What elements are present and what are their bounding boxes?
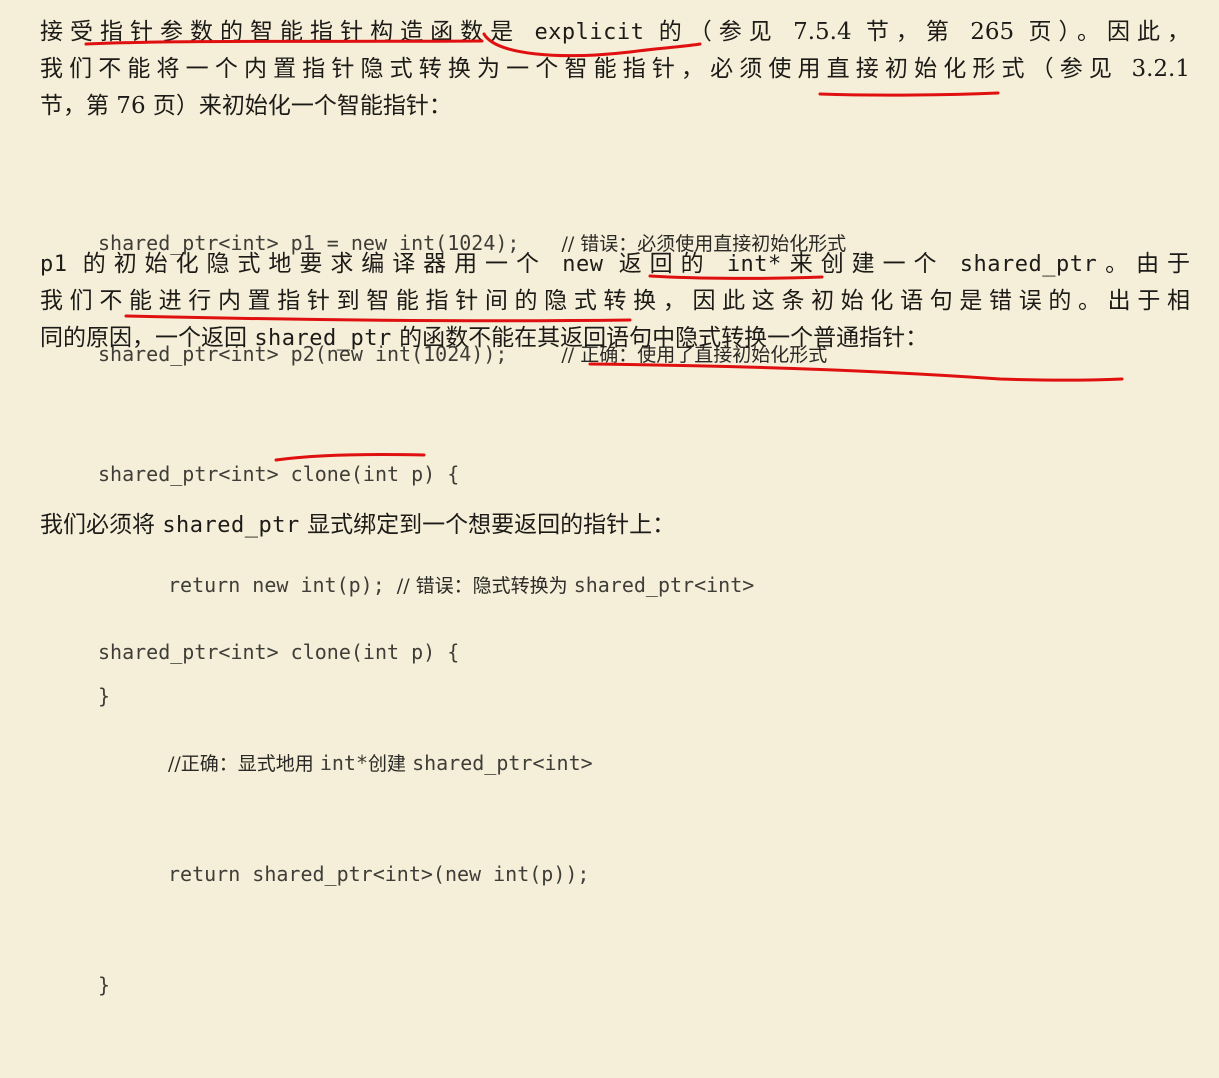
code-text: return shared_ptr<int>(new int(p)); <box>168 862 590 886</box>
inline-code: new <box>562 252 604 277</box>
text-span: 。由于 <box>1097 251 1191 277</box>
inline-code: p1 <box>40 252 68 277</box>
code-block-clone-right: shared_ptr<int> clone(int p) { //正确：显式地用… <box>98 560 593 1078</box>
paragraph-explicit-constructor: 接受指针参数的智能指针构造函数是 explicit 的（参见 7.5.4 节，第… <box>40 14 1190 125</box>
paragraph-line: 我们必须将 shared_ptr 显式绑定到一个想要返回的指针上： <box>40 507 1190 544</box>
paragraph-line: p1 的初始化隐式地要求编译器用一个 new 返回的 int*来创建一个 sha… <box>40 246 1190 283</box>
text-span: 同的原因，一个返回 <box>40 325 255 351</box>
text-span: 显式绑定到一个想要返回的指针上： <box>299 512 676 538</box>
text-span: 的（参见 7.5.4 节，第 265 页）。因此， <box>644 19 1191 45</box>
code-line: } <box>98 973 111 997</box>
paragraph-line: 我们不能将一个内置指针隐式转换为一个智能指针，必须使用直接初始化形式（参见 3.… <box>40 56 1190 82</box>
paragraph-line: 节，第 76 页）来初始化一个智能指针： <box>40 93 452 119</box>
code-comment: //正确：显式地用 int*创建 shared_ptr<int> <box>168 751 593 775</box>
text-span: 的函数不能在其返回语句中隐式转换一个普通指针： <box>391 325 929 351</box>
code-line: //正确：显式地用 int*创建 shared_ptr<int> <box>98 745 593 782</box>
text-span: //正确：显式地用 <box>168 753 320 775</box>
inline-code: shared_ptr <box>254 326 392 351</box>
inline-code: shared_ptr <box>959 252 1098 277</box>
text-span: 来创建一个 <box>781 251 960 277</box>
text-span: 返回的 <box>603 251 727 277</box>
inline-code: shared_ptr <box>162 513 300 538</box>
code-line: shared_ptr<int> clone(int p) { <box>98 640 460 664</box>
paragraph-implicit-conversion: p1 的初始化隐式地要求编译器用一个 new 返回的 int*来创建一个 sha… <box>40 246 1190 357</box>
inline-code: shared_ptr<int> <box>412 751 593 775</box>
paragraph-line: 我们不能进行内置指针到智能指针间的隐式转换，因此这条初始化语句是错误的。出于相 <box>40 288 1190 314</box>
inline-code: int* <box>726 252 782 277</box>
code-line: shared_ptr<int> clone(int p) { <box>98 462 460 486</box>
inline-code: shared_ptr<int> <box>573 573 755 597</box>
text-span: 创建 <box>368 753 413 775</box>
code-line: return shared_ptr<int>(new int(p)); <box>98 856 593 893</box>
text-span: 的初始化隐式地要求编译器用一个 <box>67 251 563 277</box>
book-page: 接受指针参数的智能指针构造函数是 explicit 的（参见 7.5.4 节，第… <box>0 0 1219 997</box>
text-span: 我们必须将 <box>40 512 163 538</box>
inline-code: int* <box>319 751 369 775</box>
text-span: 接受指针参数的智能指针构造函数是 <box>40 19 535 45</box>
paragraph-line: 接受指针参数的智能指针构造函数是 explicit 的（参见 7.5.4 节，第… <box>40 14 1190 51</box>
paragraph-explicit-bind: 我们必须将 shared_ptr 显式绑定到一个想要返回的指针上： <box>40 507 1190 544</box>
inline-code: explicit <box>534 20 645 45</box>
paragraph-line: 同的原因，一个返回 shared_ptr 的函数不能在其返回语句中隐式转换一个普… <box>40 320 1190 357</box>
